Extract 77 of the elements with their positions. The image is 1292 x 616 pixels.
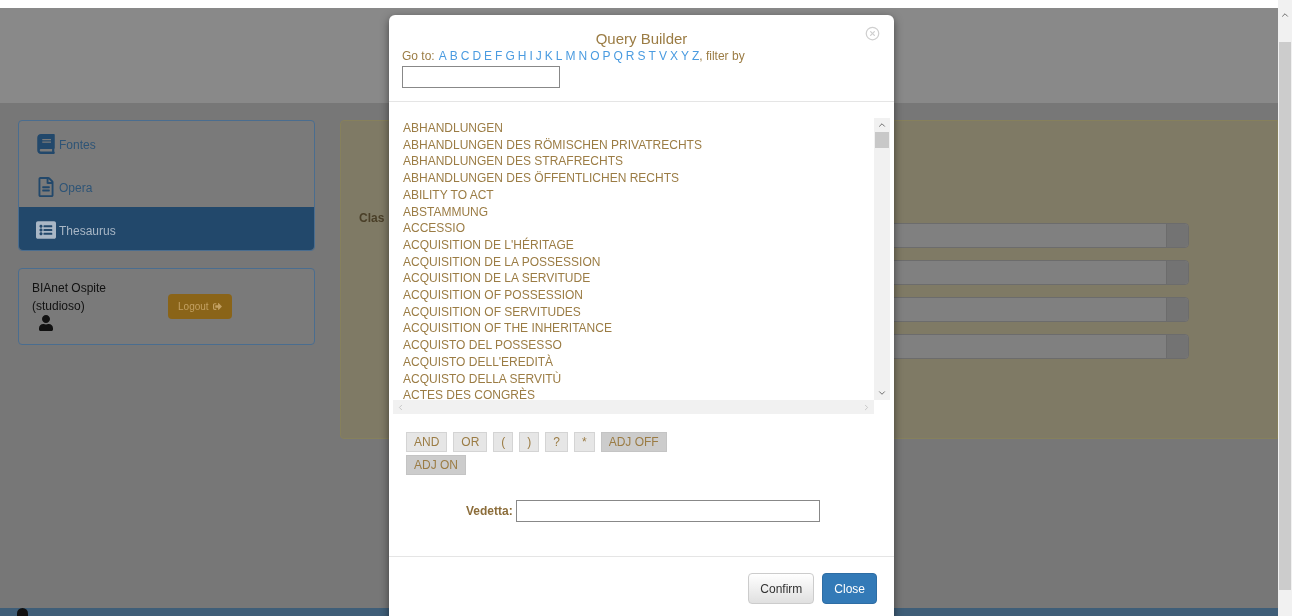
term-item[interactable]: ACCESSIO bbox=[403, 220, 874, 237]
term-item[interactable]: ACQUISTO DEL POSSESSO bbox=[403, 337, 874, 354]
term-item[interactable]: ABHANDLUNGEN bbox=[403, 120, 874, 137]
logout-button[interactable]: Logout bbox=[168, 294, 232, 319]
letter-link[interactable]: R bbox=[625, 48, 635, 64]
vedetta-label: Vedetta: bbox=[466, 503, 513, 520]
user-icon bbox=[38, 315, 54, 331]
operator-button[interactable]: OR bbox=[453, 432, 488, 452]
letter-link[interactable]: M bbox=[565, 48, 576, 64]
scroll-left-icon[interactable] bbox=[396, 402, 405, 412]
operator-button[interactable]: AND bbox=[406, 432, 448, 452]
term-item[interactable]: ACQUISITION DE LA POSSESSION bbox=[403, 253, 874, 271]
term-item[interactable]: ACTES DES CONGRÈS bbox=[403, 387, 874, 400]
horizontal-scrollbar[interactable] bbox=[393, 400, 874, 414]
document-icon bbox=[36, 177, 56, 197]
list-icon bbox=[36, 220, 56, 240]
term-item[interactable]: ACQUISITION OF POSSESSION bbox=[403, 287, 874, 304]
dialog-title: Query Builder bbox=[595, 30, 688, 48]
term-item[interactable]: ACQUISITION OF THE INHERITANCE bbox=[403, 320, 874, 338]
letter-link[interactable]: B bbox=[449, 48, 458, 64]
operator-button[interactable]: ) bbox=[519, 432, 540, 452]
letter-link[interactable]: L bbox=[555, 48, 563, 64]
scroll-up-icon[interactable] bbox=[877, 120, 887, 130]
term-item[interactable]: ACQUISITION OF SERVITUDES bbox=[403, 303, 874, 321]
term-item[interactable]: ABHANDLUNGEN DES ÖFFENTLICHEN RECHTS bbox=[403, 170, 874, 187]
vedetta-field[interactable] bbox=[515, 500, 820, 522]
letter-link[interactable]: J bbox=[535, 48, 542, 64]
confirm-button[interactable]: Confirm bbox=[748, 573, 815, 604]
letter-link[interactable]: Y bbox=[680, 48, 689, 64]
page-scrollbar[interactable] bbox=[1278, 0, 1292, 616]
letter-link[interactable]: S bbox=[637, 48, 646, 64]
term-item[interactable]: ACQUISTO DELL'EREDITÀ bbox=[403, 353, 874, 371]
term-item[interactable]: ACQUISTO DELLA SERVITÙ bbox=[403, 370, 874, 388]
letter-link[interactable]: O bbox=[590, 48, 600, 64]
filter-label: , filter by bbox=[699, 48, 745, 64]
scroll-up-icon[interactable] bbox=[1280, 10, 1290, 20]
sidebar-item[interactable]: Thesaurus bbox=[19, 207, 314, 250]
operator-button[interactable]: ADJ ON bbox=[406, 455, 466, 475]
sidebar-item[interactable]: Fontes bbox=[19, 121, 314, 164]
book-icon bbox=[36, 134, 56, 154]
letter-link[interactable]: G bbox=[505, 48, 515, 64]
operator-button[interactable]: ( bbox=[493, 432, 514, 452]
term-item[interactable]: ABHANDLUNGEN DES RÖMISCHEN PRIVATRECHTS bbox=[403, 136, 874, 154]
term-item[interactable]: ABHANDLUNGEN DES STRAFRECHTS bbox=[403, 153, 874, 171]
letter-link[interactable]: C bbox=[460, 48, 470, 64]
operator-button[interactable]: ? bbox=[545, 432, 569, 452]
letter-link[interactable]: D bbox=[472, 48, 482, 64]
scroll-down-icon[interactable] bbox=[877, 388, 887, 398]
close-button[interactable]: Close bbox=[822, 573, 877, 604]
operator-button[interactable]: * bbox=[574, 432, 595, 452]
letter-link[interactable]: T bbox=[648, 48, 656, 64]
letter-link[interactable]: P bbox=[602, 48, 611, 64]
user-role: (studioso) bbox=[32, 298, 86, 315]
letter-link[interactable]: N bbox=[578, 48, 588, 64]
list-scrollbar[interactable] bbox=[874, 118, 890, 400]
term-item[interactable]: ABILITY TO ACT bbox=[403, 186, 874, 204]
term-item[interactable]: ACQUISITION DE L'HÉRITAGE bbox=[403, 236, 874, 254]
field-label: Clas bbox=[359, 210, 385, 227]
letter-link[interactable]: X bbox=[669, 48, 678, 64]
letter-link[interactable]: F bbox=[495, 48, 503, 64]
letter-link[interactable]: A bbox=[438, 48, 447, 64]
letter-link[interactable]: V bbox=[658, 48, 667, 64]
term-item[interactable]: ACQUISITION DE LA SERVITUDE bbox=[403, 270, 874, 288]
user-name: BIAnet Ospite bbox=[32, 280, 107, 297]
operator-button[interactable]: ADJ OFF bbox=[600, 432, 667, 452]
letter-link[interactable]: E bbox=[484, 48, 493, 64]
sidebar-item[interactable]: Opera bbox=[19, 164, 314, 207]
scrollbar-thumb[interactable] bbox=[875, 132, 889, 148]
letter-link[interactable]: K bbox=[544, 48, 553, 64]
letter-link[interactable]: I bbox=[529, 48, 533, 64]
goto-label: Go to: bbox=[402, 48, 435, 64]
letter-link[interactable]: Q bbox=[613, 48, 623, 64]
term-item[interactable]: ABSTAMMUNG bbox=[403, 203, 874, 221]
letter-link[interactable]: H bbox=[517, 48, 527, 64]
filter-field[interactable] bbox=[402, 66, 560, 88]
sign-out-icon bbox=[212, 302, 222, 311]
close-icon[interactable] bbox=[865, 26, 880, 41]
